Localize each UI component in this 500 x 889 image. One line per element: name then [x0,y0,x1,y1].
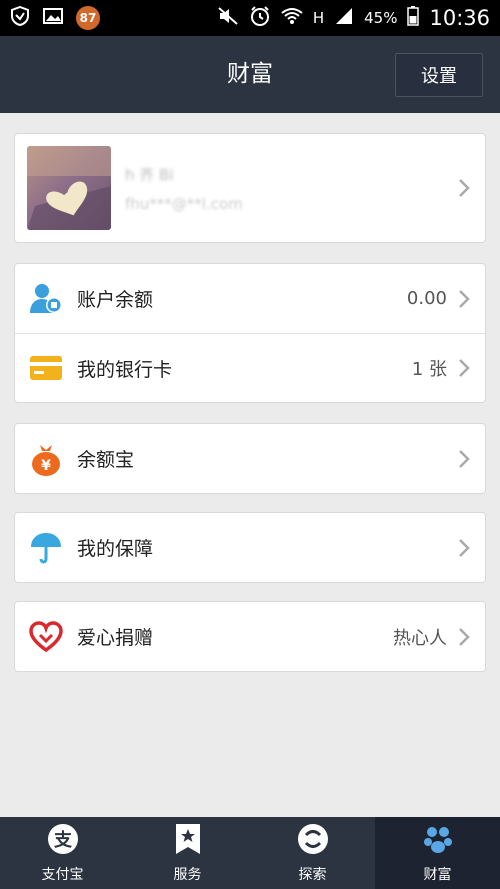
tab-wealth[interactable]: 财富 [375,817,500,889]
avatar [27,146,111,230]
bottom-tab-bar: 支 支付宝 服务 探索 财富 [0,817,500,889]
tab-service[interactable]: 服务 [125,817,250,889]
yuebao-card: ¥ 余额宝 [14,423,486,494]
status-bar: 87 H 45% 10:36 [0,0,500,36]
charity-value: 热心人 [393,627,447,649]
yuebao-label: 余额宝 [77,449,135,471]
insurance-label: 我的保障 [77,538,154,560]
settings-button[interactable]: 设置 [395,53,483,97]
gallery-icon [42,6,64,30]
battery-icon [407,6,420,30]
charity-card: 爱心捐赠 热心人 [14,601,486,672]
umbrella-icon [27,529,65,567]
tab-label: 财富 [423,867,452,883]
bank-card-row[interactable]: 我的银行卡 1 张 [15,333,485,402]
bank-card-icon [27,349,65,387]
bank-card-count: 1 张 [411,359,447,380]
notification-badge: 87 [76,6,100,30]
svg-text:支: 支 [53,829,73,851]
clock: 10:36 [429,6,490,30]
chevron-right-icon [459,538,470,557]
balance-label: 账户余额 [77,289,154,311]
profile-name: h 齐 Bi [125,165,174,184]
chevron-right-icon [459,627,470,646]
balance-row[interactable]: 账户余额 0.00 [15,264,485,333]
chevron-right-icon [459,359,470,377]
network-type: H [312,9,325,27]
chevron-right-icon [459,179,470,197]
tab-label: 服务 [173,867,202,883]
charity-label: 爱心捐赠 [77,627,154,649]
tab-alipay[interactable]: 支 支付宝 [0,817,125,889]
money-bag-icon: ¥ [27,440,65,478]
bank-card-label: 我的银行卡 [77,358,173,381]
mute-icon [217,6,239,30]
star-icon [173,822,203,860]
charity-row[interactable]: 爱心捐赠 热心人 [15,602,485,671]
app-header: 财富 设置 [0,36,500,113]
yuebao-row[interactable]: ¥ 余额宝 [15,424,485,493]
insurance-card: 我的保障 [14,512,486,583]
balance-value: 0.00 [406,288,447,309]
account-card: 账户余额 0.00 我的银行卡 1 张 [14,263,486,403]
heart-icon [27,618,65,656]
chevron-right-icon [459,449,470,468]
alipay-icon: 支 [46,822,80,860]
wealth-icon [421,822,455,860]
tab-explore[interactable]: 探索 [250,817,375,889]
balance-icon [27,280,65,318]
svg-text:¥: ¥ [41,458,51,474]
alarm-icon [249,5,271,31]
profile-email: fhu***@**l.com [125,194,243,213]
insurance-row[interactable]: 我的保障 [15,513,485,582]
signal-icon [334,7,354,29]
chevron-right-icon [459,289,470,308]
shield-icon [10,5,30,31]
explore-icon [296,822,330,860]
wifi-icon [281,7,303,29]
tab-label: 探索 [298,867,327,883]
profile-card[interactable]: h 齐 Bi fhu***@**l.com [14,133,486,243]
battery-percent: 45% [364,9,398,27]
tab-label: 支付宝 [41,867,84,883]
